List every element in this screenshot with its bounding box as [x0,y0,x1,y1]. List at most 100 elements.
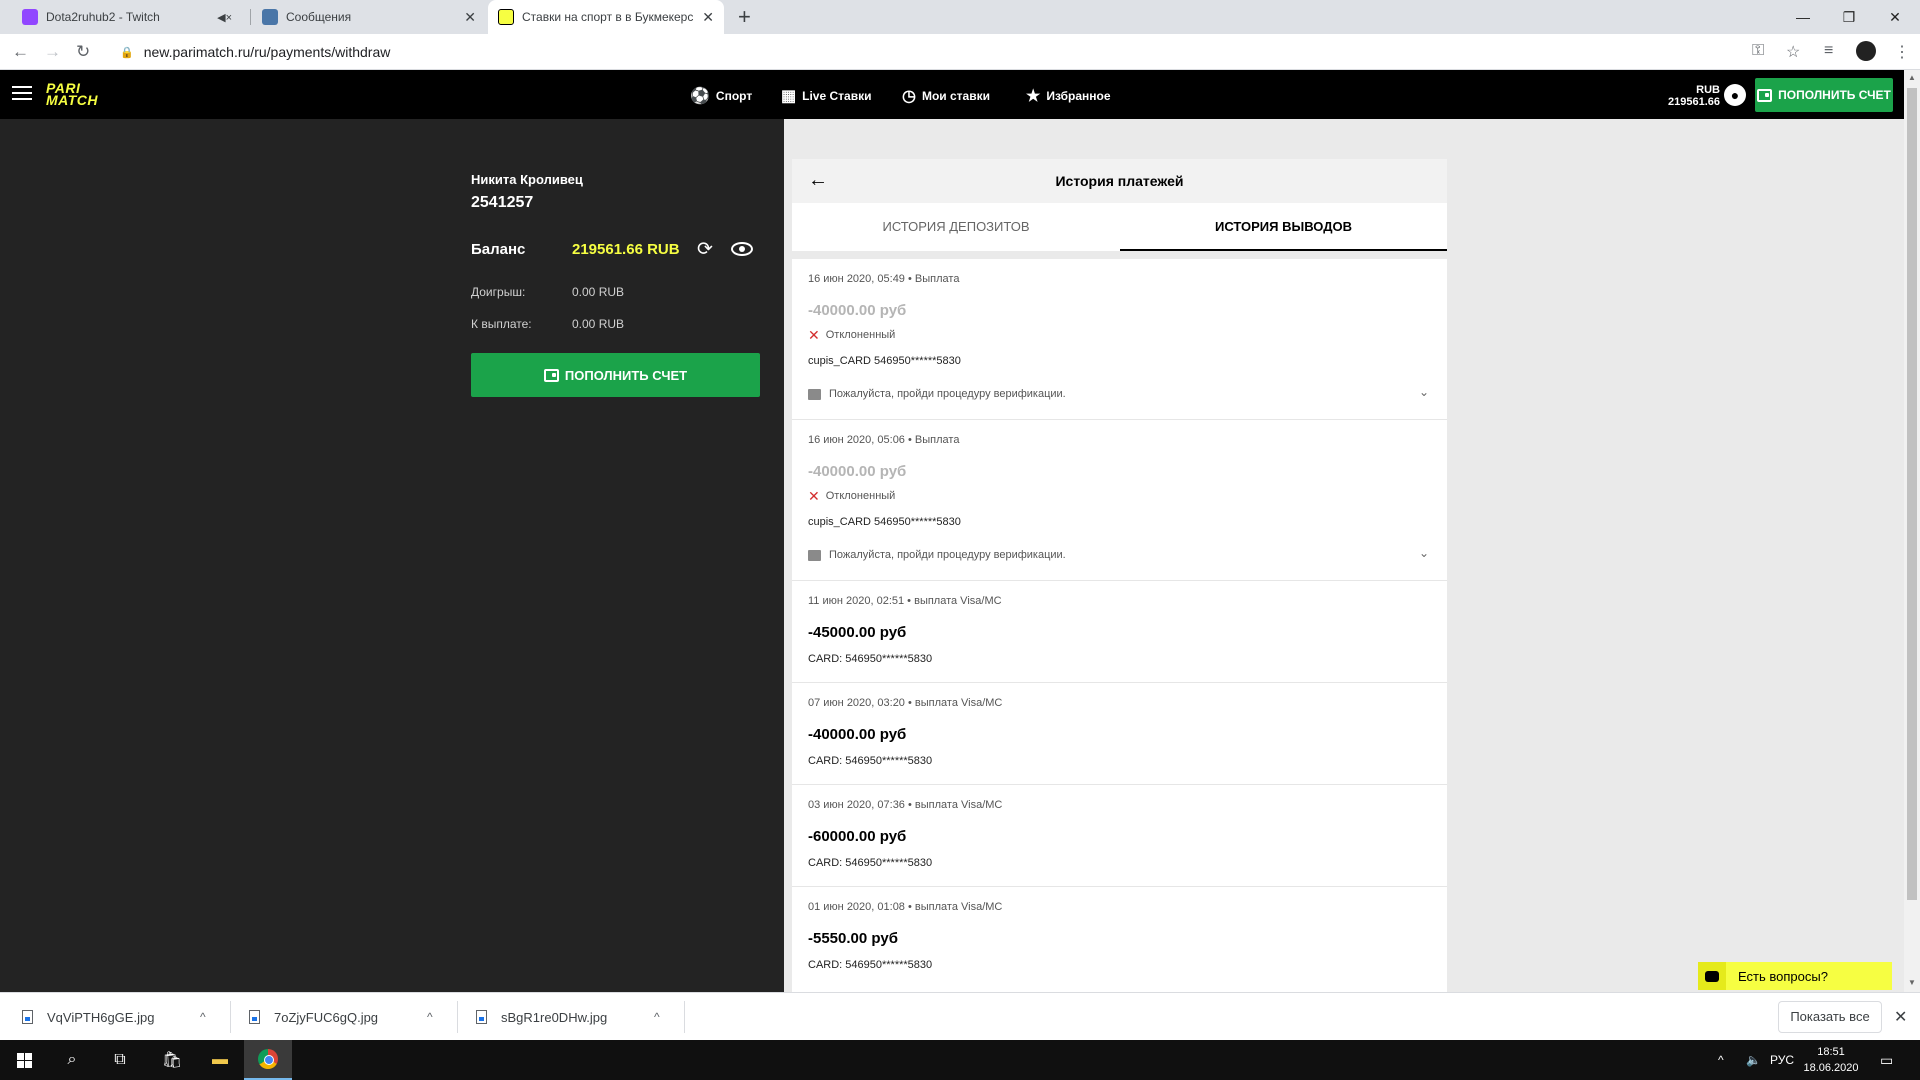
transaction-item[interactable]: 03 июн 2020, 07:36 • выплата Visa/MC -60… [792,785,1447,887]
task-view-icon[interactable]: ⧉ [96,1040,144,1080]
speaker-muted-icon[interactable]: ◀× [217,11,232,24]
transaction-card: cupis_CARD 546950******5830 [808,355,961,367]
file-explorer-icon[interactable]: ▬ [196,1040,244,1080]
lock-icon[interactable]: 🔒 [120,46,134,59]
scroll-up-arrow-icon[interactable]: ▲ [1908,73,1916,82]
minimize-button[interactable]: — [1780,0,1826,34]
nav-live[interactable]: ▦ Live Ставки [781,86,871,106]
header-deposit-button[interactable]: ПОПОЛНИТЬ СЧЕТ [1755,78,1893,112]
url-field[interactable]: 🔒 new.parimatch.ru/ru/payments/withdraw [108,38,1790,66]
show-all-downloads-button[interactable]: Показать все [1778,1001,1882,1033]
restore-button[interactable]: ❐ [1826,0,1872,34]
nav-sport[interactable]: ⚽ Спорт [690,86,752,106]
kebab-menu-icon[interactable]: ⋮ [1894,42,1910,62]
transaction-meta: 07 июн 2020, 03:20 • выплата Visa/MC [808,697,1003,709]
back-arrow-icon[interactable]: ← [808,169,828,192]
chevron-down-icon[interactable]: ⌄ [1419,546,1429,560]
nav-favorites[interactable]: ★ Избранное [1026,86,1111,106]
transaction-note: Пожалуйста, пройди процедуру верификации… [808,388,1066,400]
eye-icon[interactable] [731,242,753,256]
account-panel: Никита Кроливец 2541257 Баланс 219561.66… [0,119,784,992]
transaction-meta: 11 июн 2020, 02:51 • выплата Visa/MC [808,595,1002,607]
transaction-item[interactable]: 16 июн 2020, 05:49 • Выплата -40000.00 р… [792,259,1447,420]
download-filename: VqViPTH6gGE.jpg [47,1009,155,1025]
chevron-up-icon[interactable]: ^ [200,1010,206,1024]
parimatch-logo[interactable]: PARI MATCH [46,81,99,108]
search-icon[interactable]: ⌕ [48,1040,96,1080]
transaction-item[interactable]: 16 июн 2020, 05:06 • Выплата -40000.00 р… [792,420,1447,581]
windows-start-icon[interactable] [0,1040,48,1080]
vk-favicon-icon [262,9,278,25]
transaction-item[interactable]: 07 июн 2020, 03:20 • выплата Visa/MC -40… [792,683,1447,785]
transaction-note: Пожалуйста, пройди процедуру верификации… [808,549,1066,561]
tab-withdrawal-history[interactable]: ИСТОРИЯ ВЫВОДОВ [1120,203,1447,251]
transaction-item[interactable]: 11 июн 2020, 02:51 • выплата Visa/MC -45… [792,581,1447,683]
store-icon[interactable]: 🛍 [148,1040,196,1080]
tab-close-icon[interactable]: ✕ [464,9,476,26]
status-text: Отклоненный [825,490,896,502]
scrollbar-thumb[interactable] [1907,88,1917,900]
header-balance[interactable]: RUB 219561.66 [1640,84,1720,108]
rejected-x-icon: ✕ [808,327,820,343]
download-item[interactable]: 7oZjyFUC6gQ.jpg ^ [249,993,449,1041]
image-file-icon [22,1010,33,1024]
status-text: Отклоненный [825,329,896,341]
chevron-up-icon[interactable]: ^ [654,1010,660,1024]
volume-icon[interactable]: 🔈 [1746,1040,1761,1080]
tray-chevron-up-icon[interactable]: ^ [1718,1040,1724,1080]
tab-title: Dota2ruhub2 - Twitch [46,10,160,24]
new-tab-button[interactable]: + [738,4,751,30]
close-downloads-icon[interactable]: ✕ [1894,1007,1907,1027]
system-clock[interactable]: 18:51 18.06.2020 [1796,1044,1866,1076]
language-indicator[interactable]: РУС [1770,1040,1794,1080]
page-scrollbar[interactable]: ▲ ▼ [1904,70,1920,992]
user-name: Никита Кроливец [471,172,583,187]
download-item[interactable]: VqViPTH6gGE.jpg ^ [22,993,222,1041]
forward-icon[interactable]: → [44,42,61,62]
browser-tab-parimatch[interactable]: Ставки на спорт в в Букмекерс ✕ [488,0,724,34]
transaction-date: 16 июн 2020, 05:49 [808,273,905,285]
wallet-icon [1757,88,1773,102]
chat-bubble-icon [1698,962,1726,990]
payout-value: 0.00 RUB [572,317,625,331]
bonus-wager-value: 0.00 RUB [572,285,625,299]
nav-my-bets[interactable]: ◷ Мои ставки [902,86,990,106]
transaction-meta: 16 июн 2020, 05:49 • Выплата [808,273,960,285]
user-account-icon[interactable]: ● [1724,84,1746,106]
bookmark-star-icon[interactable]: ☆ [1786,42,1800,62]
chevron-down-icon[interactable]: ⌄ [1419,385,1429,399]
downloads-bar: VqViPTH6gGE.jpg ^ 7oZjyFUC6gQ.jpg ^ sBgR… [0,992,1920,1040]
clock-date: 18.06.2020 [1803,1062,1859,1074]
browser-tab-messages[interactable]: Сообщения ✕ [252,0,486,34]
download-item[interactable]: sBgR1re0DHw.jpg ^ [476,993,676,1041]
back-icon[interactable]: ← [12,42,29,62]
transaction-card: CARD: 546950******5830 [808,653,933,665]
hamburger-menu-icon[interactable] [12,86,32,102]
notifications-icon[interactable]: ▭ [1880,1040,1893,1080]
transaction-meta: 03 июн 2020, 07:36 • выплата Visa/MC [808,799,1003,811]
image-file-icon [476,1010,487,1024]
chrome-taskbar-icon[interactable] [244,1040,292,1080]
logo-line-2: MATCH [46,92,99,108]
download-filename: 7oZjyFUC6gQ.jpg [274,1009,379,1025]
scroll-down-arrow-icon[interactable]: ▼ [1908,978,1916,987]
browser-tab-twitch[interactable]: Dota2ruhub2 - Twitch ◀× [12,0,248,34]
support-chat-button[interactable]: Есть вопросы? [1698,962,1892,990]
clock-time: 18:51 [1817,1046,1845,1058]
transaction-amount: -60000.00 руб [808,828,907,845]
close-window-button[interactable]: ✕ [1872,0,1918,34]
transaction-item[interactable]: 01 июн 2020, 01:08 • выплата Visa/MC -55… [792,887,1447,989]
chevron-up-icon[interactable]: ^ [427,1010,433,1024]
nav-label: Live Ставки [802,89,872,103]
refresh-balance-icon[interactable]: ⟳ [697,238,713,261]
reload-icon[interactable]: ↻ [76,42,90,62]
tab-deposit-history[interactable]: ИСТОРИЯ ДЕПОЗИТОВ [792,203,1120,251]
transaction-amount: -40000.00 руб [808,302,907,319]
profile-avatar[interactable] [1856,41,1876,61]
media-queue-icon[interactable]: ≡ [1824,42,1833,60]
transaction-status: ✕ Отклоненный [808,327,896,343]
balance-label: Баланс [471,241,526,258]
key-icon[interactable]: ⚿ [1752,42,1764,60]
deposit-button[interactable]: ПОПОЛНИТЬ СЧЕТ [471,353,760,397]
tab-close-icon[interactable]: ✕ [702,9,714,26]
